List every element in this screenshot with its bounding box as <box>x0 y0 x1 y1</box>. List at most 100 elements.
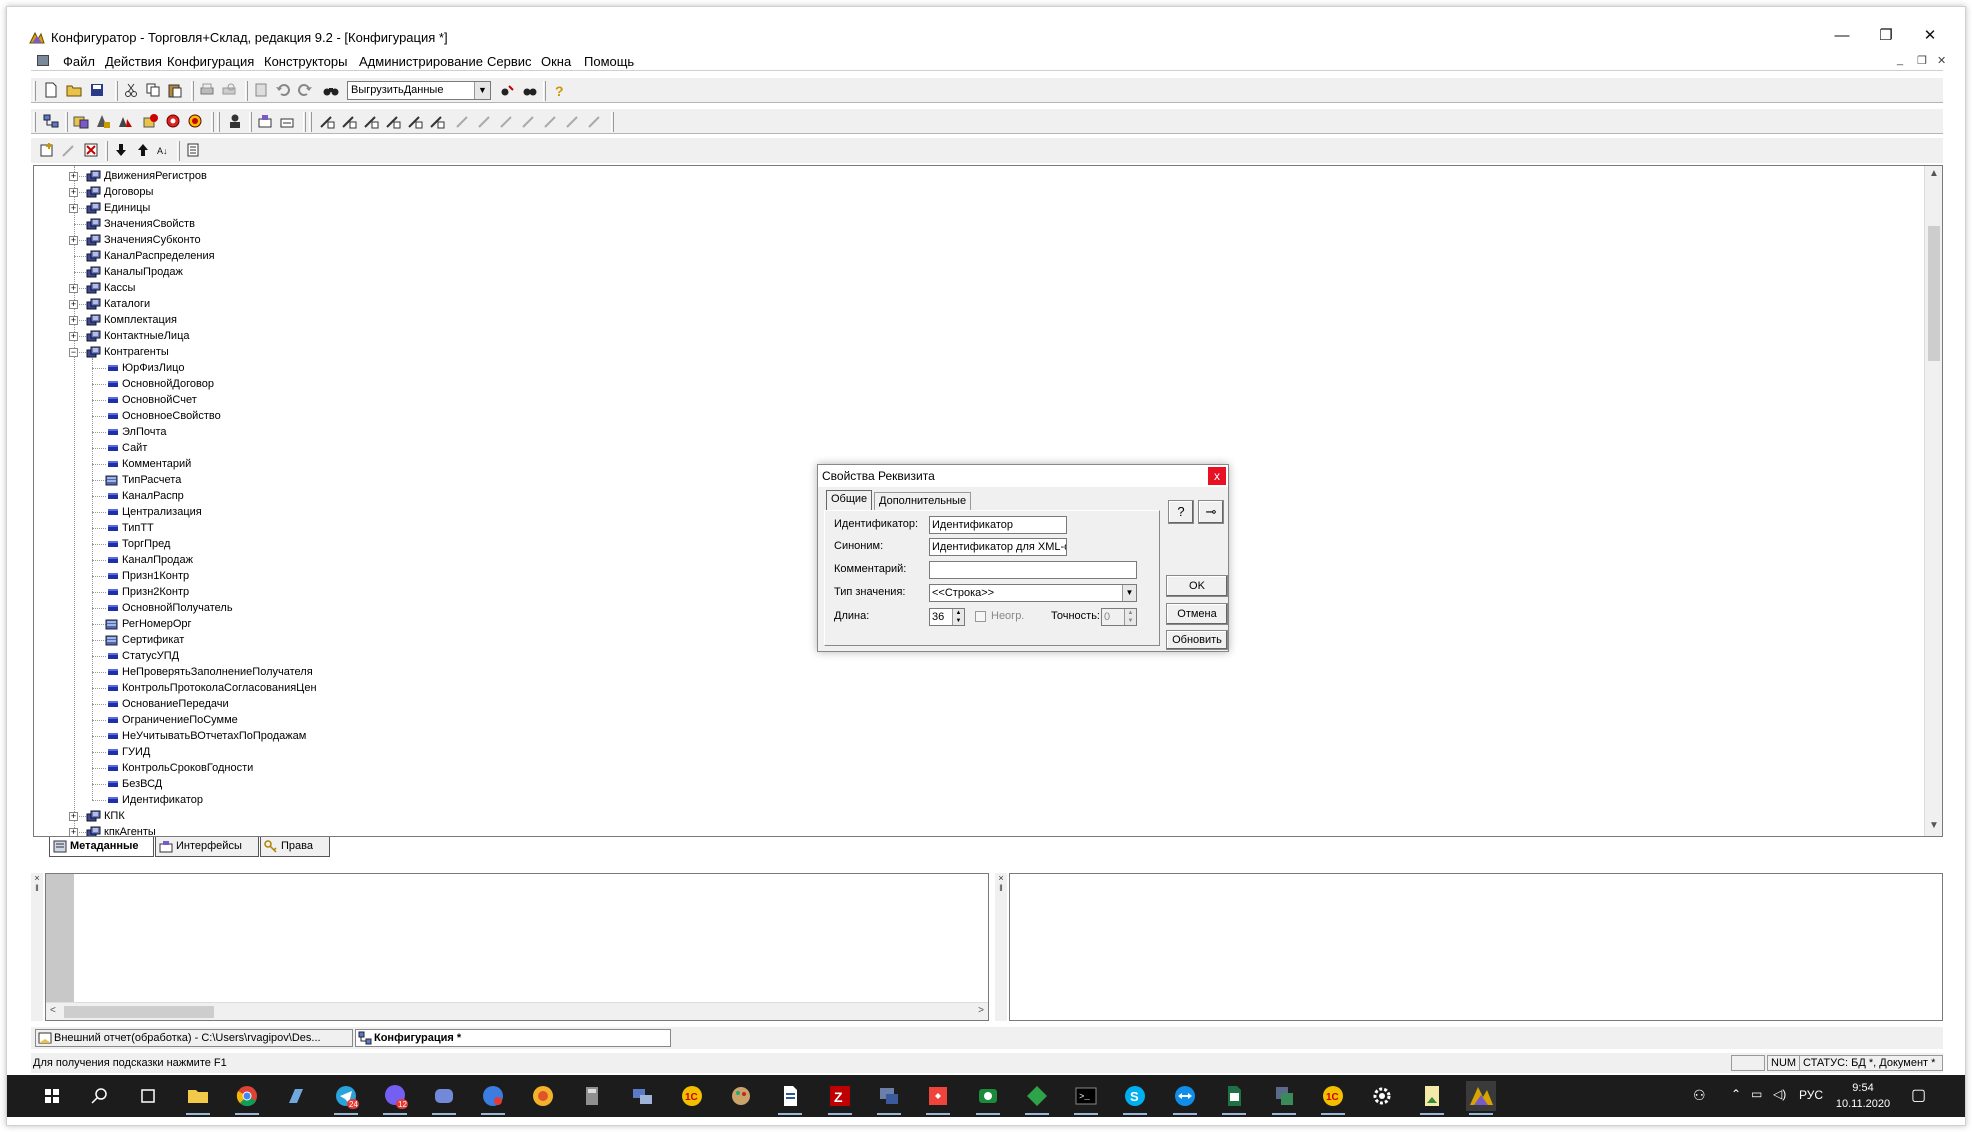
close-button[interactable]: ✕ <box>1907 25 1953 47</box>
tree-node[interactable]: + ДвиженияРегистров <box>34 168 634 184</box>
tree-child-node[interactable]: Идентификатор <box>34 792 634 808</box>
viber-icon[interactable]: 12 <box>380 1081 410 1115</box>
menu-help[interactable]: Помощь <box>584 54 634 69</box>
window-tab-external-report[interactable]: Внешний отчет(обработка) - C:\Users\rvag… <box>35 1029 353 1047</box>
task-view-icon[interactable] <box>133 1081 163 1111</box>
wizard-12-icon[interactable] <box>565 113 581 129</box>
scroll-down-icon[interactable]: ▼ <box>1929 820 1939 831</box>
tree-child-node[interactable]: Сертификат <box>34 632 634 648</box>
notifications-icon[interactable]: ▢ <box>1911 1085 1926 1105</box>
scrollbar-thumb[interactable] <box>1928 226 1940 361</box>
wizard-13-icon[interactable] <box>587 113 603 129</box>
right-panel-grip[interactable]: × ‖ <box>995 873 1007 1021</box>
expand-icon[interactable]: + <box>69 172 78 181</box>
tree-node[interactable]: ЗначенияСвойств <box>34 216 634 232</box>
tree-child-node[interactable]: СтатусУПД <box>34 648 634 664</box>
menu-constructors[interactable]: Конструкторы <box>264 54 347 69</box>
notepad-app-icon[interactable] <box>281 1081 311 1111</box>
binoculars-icon[interactable] <box>323 82 339 98</box>
tree-child-node[interactable]: БезВСД <box>34 776 634 792</box>
mdi-restore-button[interactable]: ❐ <box>1917 54 1927 67</box>
tree-child-node[interactable]: НеУчитыватьВОтчетахПоПродажам <box>34 728 634 744</box>
metadata-tree-icon[interactable] <box>43 113 59 129</box>
tree-child-node[interactable]: Сайт <box>34 440 634 456</box>
menu-service[interactable]: Сервис <box>487 54 532 69</box>
copy-icon[interactable] <box>145 82 161 98</box>
expand-icon[interactable]: + <box>69 284 78 293</box>
tree-child-node[interactable]: ОсновнойДоговор <box>34 376 634 392</box>
precision-stepper[interactable]: 0 ▲ ▼ <box>1101 608 1137 626</box>
tab-interfaces[interactable]: Интерфейсы <box>155 837 259 857</box>
find-next-icon[interactable] <box>499 82 515 98</box>
cut-icon[interactable] <box>123 82 139 98</box>
anydesk-icon[interactable] <box>923 1081 953 1115</box>
scroll-right-icon[interactable]: > <box>978 1005 984 1016</box>
wizard-3-icon[interactable] <box>363 113 379 129</box>
people-icon[interactable]: ⚇ <box>1693 1087 1706 1104</box>
output-panel[interactable] <box>1009 873 1943 1021</box>
monitoring-app-icon[interactable] <box>973 1081 1003 1115</box>
find-all-icon[interactable] <box>521 82 537 98</box>
open-folder-icon[interactable] <box>66 82 82 98</box>
toolbar-grip[interactable] <box>33 81 36 101</box>
identifier-field[interactable]: Идентификатор <box>929 516 1067 534</box>
expand-icon[interactable]: + <box>69 204 78 213</box>
file-explorer-icon[interactable] <box>183 1081 213 1115</box>
windows-start-icon[interactable] <box>37 1081 67 1111</box>
tree-child-node[interactable]: ГУИД <box>34 744 634 760</box>
tab-additional[interactable]: Дополнительные <box>874 492 972 510</box>
chrome-icon[interactable] <box>232 1081 262 1115</box>
tree-node[interactable]: + КонтактныеЛица <box>34 328 634 344</box>
menu-windows[interactable]: Окна <box>541 54 571 69</box>
filezilla-icon[interactable]: Z <box>825 1081 855 1115</box>
toolbar-grip[interactable] <box>33 112 36 132</box>
wizard-6-icon[interactable] <box>429 113 445 129</box>
tree-node[interactable]: + Договоры <box>34 184 634 200</box>
value-type-select[interactable]: <<Строка>> ▼ <box>929 584 1137 602</box>
wizard-1-icon[interactable] <box>319 113 335 129</box>
edit-object-icon[interactable] <box>61 142 77 158</box>
run-debug-icon[interactable] <box>143 113 159 129</box>
tree-child-node[interactable]: КаналПродаж <box>34 552 634 568</box>
tree-child-node[interactable]: Комментарий <box>34 456 634 472</box>
paint-app-icon[interactable] <box>726 1081 756 1111</box>
collapse-icon[interactable]: − <box>69 348 78 357</box>
window-tab-configuration[interactable]: Конфигурация * <box>355 1029 671 1047</box>
print-preview-icon[interactable] <box>221 82 237 98</box>
synonym-field[interactable]: Идентификатор для XML-о <box>929 538 1067 556</box>
print-icon[interactable] <box>199 82 215 98</box>
menu-configuration[interactable]: Конфигурация <box>167 54 254 69</box>
tree-node[interactable]: + Комплектация <box>34 312 634 328</box>
tree-node[interactable]: + КПК <box>34 808 634 824</box>
expand-icon[interactable]: + <box>69 812 78 821</box>
minimize-button[interactable]: — <box>1819 25 1865 47</box>
menu-actions[interactable]: Действия <box>105 54 162 69</box>
mdi-window-icon[interactable] <box>37 55 49 66</box>
tree-child-node[interactable]: Призн2Контр <box>34 584 634 600</box>
search-combo[interactable]: ВыгрузитьДанные ▼ <box>347 81 491 100</box>
wizard-5-icon[interactable] <box>407 113 423 129</box>
network-app-icon[interactable] <box>627 1081 657 1111</box>
move-up-icon[interactable] <box>135 142 151 158</box>
remote-desktop-icon[interactable] <box>874 1081 904 1115</box>
expand-icon[interactable]: + <box>69 300 78 309</box>
horizontal-scrollbar[interactable]: < > <box>46 1002 988 1020</box>
expand-icon[interactable]: + <box>69 188 78 197</box>
network-tray-icon[interactable]: ▭ <box>1751 1087 1762 1101</box>
mdi-close-button[interactable]: ✕ <box>1937 54 1946 67</box>
browser-app-icon[interactable] <box>478 1081 508 1115</box>
calculator-icon[interactable] <box>577 1081 607 1111</box>
open-configuration-icon[interactable] <box>73 113 89 129</box>
length-stepper[interactable]: 36 ▲ ▼ <box>929 608 965 626</box>
expand-icon[interactable]: + <box>69 316 78 325</box>
object-properties-icon[interactable] <box>185 142 201 158</box>
tree-child-node[interactable]: ОсновнойСчет <box>34 392 634 408</box>
tree-child-node[interactable]: КаналРаспр <box>34 488 634 504</box>
paste-icon[interactable] <box>167 82 183 98</box>
volume-tray-icon[interactable]: ◁) <box>1773 1087 1786 1101</box>
scrollbar-thumb[interactable] <box>64 1006 214 1018</box>
wizard-9-icon[interactable] <box>499 113 515 129</box>
interfaces-icon[interactable] <box>257 113 273 129</box>
chevron-down-icon[interactable]: ▼ <box>1122 585 1136 601</box>
dialog-title-bar[interactable]: Свойства Реквизита x <box>818 465 1228 487</box>
